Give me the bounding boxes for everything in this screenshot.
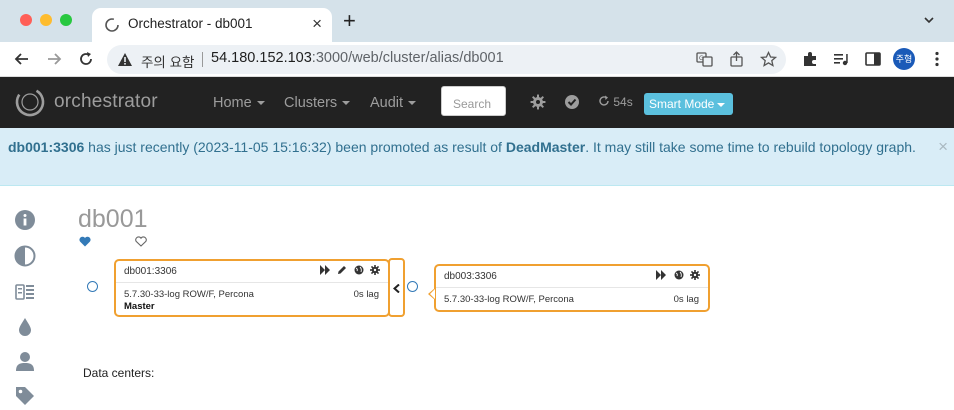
- url-host: 54.180.152.103: [211, 50, 312, 66]
- heart-outline-icon[interactable]: [135, 236, 147, 247]
- browser-tab-strip: Orchestrator - db001 × +: [0, 0, 954, 42]
- back-arrow-icon[interactable]: [12, 49, 32, 69]
- forward-arrow-icon[interactable]: [44, 49, 64, 69]
- browser-toolbar: 주의 요함 54.180.152.103:3000/web/cluster/al…: [0, 42, 954, 77]
- node-header: db003:3306: [436, 266, 708, 288]
- gear-icon[interactable]: [690, 270, 700, 280]
- node-name[interactable]: db003:3306: [444, 271, 497, 282]
- user-icon[interactable]: [14, 350, 36, 372]
- list-icon[interactable]: [14, 281, 36, 303]
- nav-clusters-dropdown[interactable]: Clusters: [284, 95, 351, 111]
- nav-home-dropdown[interactable]: Home: [213, 95, 265, 111]
- nav-audit-dropdown[interactable]: Audit: [370, 95, 417, 111]
- smart-mode-dropdown-button[interactable]: Smart Mode: [644, 93, 733, 115]
- brand-name[interactable]: orchestrator: [54, 91, 158, 113]
- pencil-icon[interactable]: [337, 265, 347, 275]
- tab-close-icon[interactable]: ×: [312, 14, 322, 34]
- globe-icon[interactable]: [674, 270, 684, 280]
- app-navbar: orchestrator Home Clusters Audit 54s Sma…: [0, 77, 954, 128]
- media-playlist-icon[interactable]: [832, 50, 850, 68]
- refresh-countdown: 54s: [613, 95, 633, 109]
- node-header: db001:3306: [116, 261, 388, 283]
- address-separator: [202, 52, 203, 67]
- reload-icon[interactable]: [76, 49, 96, 69]
- forward-icon[interactable]: [319, 265, 331, 275]
- node-actions: [318, 265, 380, 277]
- search-input[interactable]: [441, 86, 506, 116]
- browser-tab-active[interactable]: Orchestrator - db001 ×: [92, 8, 332, 42]
- translate-icon[interactable]: G: [696, 51, 713, 68]
- extensions-puzzle-icon[interactable]: [801, 50, 819, 68]
- window-close-button[interactable]: [20, 14, 32, 26]
- svg-text:G: G: [699, 55, 704, 62]
- node-role: Master: [124, 301, 155, 312]
- node-port-circle[interactable]: [407, 281, 418, 292]
- drop-icon[interactable]: [14, 316, 36, 338]
- instance-node-db003[interactable]: db003:3306 5.7.30-33-log ROW/F, Percona …: [428, 264, 710, 312]
- node-version: 5.7.30-33-log ROW/F, Percona: [444, 294, 574, 305]
- node-lag: 0s lag: [353, 289, 379, 300]
- check-circle-icon[interactable]: [564, 94, 580, 110]
- tag-icon[interactable]: [14, 385, 36, 407]
- alert-text-1: has just recently (2023-11-05 15:16:32) …: [84, 139, 506, 155]
- profile-avatar[interactable]: 주형: [893, 48, 915, 70]
- security-status-label[interactable]: 주의 요함: [141, 51, 194, 71]
- node-lag: 0s lag: [673, 294, 699, 305]
- data-centers-label: Data centers:: [83, 366, 155, 380]
- node-port-circle[interactable]: [87, 281, 98, 292]
- alert-close-icon[interactable]: ×: [938, 137, 948, 157]
- contrast-icon[interactable]: [14, 245, 36, 267]
- auto-refresh-control[interactable]: 54s: [598, 95, 633, 109]
- warning-triangle-icon[interactable]: [117, 52, 133, 67]
- tab-title: Orchestrator - db001: [128, 16, 253, 31]
- heart-filled-icon[interactable]: [79, 236, 91, 247]
- chevron-left-icon: [393, 284, 400, 293]
- forward-icon[interactable]: [656, 270, 667, 280]
- alert-text-2: . It may still take some time to rebuild…: [585, 139, 916, 155]
- caret-down-icon: [408, 101, 417, 106]
- caret-down-icon: [256, 101, 265, 106]
- caret-down-icon: [342, 101, 351, 106]
- window-minimize-button[interactable]: [40, 14, 52, 26]
- window-zoom-button[interactable]: [60, 14, 72, 26]
- globe-icon[interactable]: [354, 265, 364, 275]
- alert-reason: DeadMaster: [505, 139, 586, 155]
- smart-mode-label: Smart Mode: [649, 97, 715, 111]
- tab-search-chevron-icon[interactable]: [922, 13, 936, 27]
- cluster-title: db001: [78, 205, 148, 233]
- collapse-replicas-button[interactable]: [388, 258, 405, 317]
- nav-clusters-label: Clusters: [284, 95, 338, 111]
- gear-icon[interactable]: [530, 94, 546, 110]
- promotion-alert: db001:3306 has just recently (2023-11-05…: [0, 128, 954, 186]
- nav-home-label: Home: [213, 95, 252, 111]
- info-icon[interactable]: [14, 209, 36, 231]
- orchestrator-logo-icon[interactable]: [14, 86, 46, 118]
- alert-host: db001:3306: [8, 139, 85, 155]
- orchestrator-favicon-icon: [105, 18, 119, 32]
- node-version: 5.7.30-33-log ROW/F, Percona: [124, 289, 254, 300]
- node-actions: [654, 270, 700, 282]
- node-name[interactable]: db001:3306: [124, 266, 177, 277]
- url-path: :3000/web/cluster/alias/db001: [311, 50, 504, 66]
- gear-icon[interactable]: [370, 265, 380, 275]
- address-bar[interactable]: 주의 요함 54.180.152.103:3000/web/cluster/al…: [107, 45, 786, 74]
- browser-menu-kebab-icon[interactable]: [928, 50, 946, 68]
- bookmark-star-icon[interactable]: [760, 51, 777, 68]
- nav-audit-label: Audit: [370, 95, 404, 111]
- share-icon[interactable]: [728, 51, 745, 68]
- new-tab-button[interactable]: +: [343, 10, 356, 32]
- refresh-icon: [599, 95, 609, 106]
- caret-down-icon: [717, 102, 726, 107]
- node-pointer: [428, 288, 435, 300]
- side-panel-icon[interactable]: [864, 50, 882, 68]
- instance-node-db001[interactable]: db001:3306 5.7.30-33-log ROW/F, Percona …: [114, 259, 390, 317]
- url-text[interactable]: 54.180.152.103:3000/web/cluster/alias/db…: [211, 50, 504, 66]
